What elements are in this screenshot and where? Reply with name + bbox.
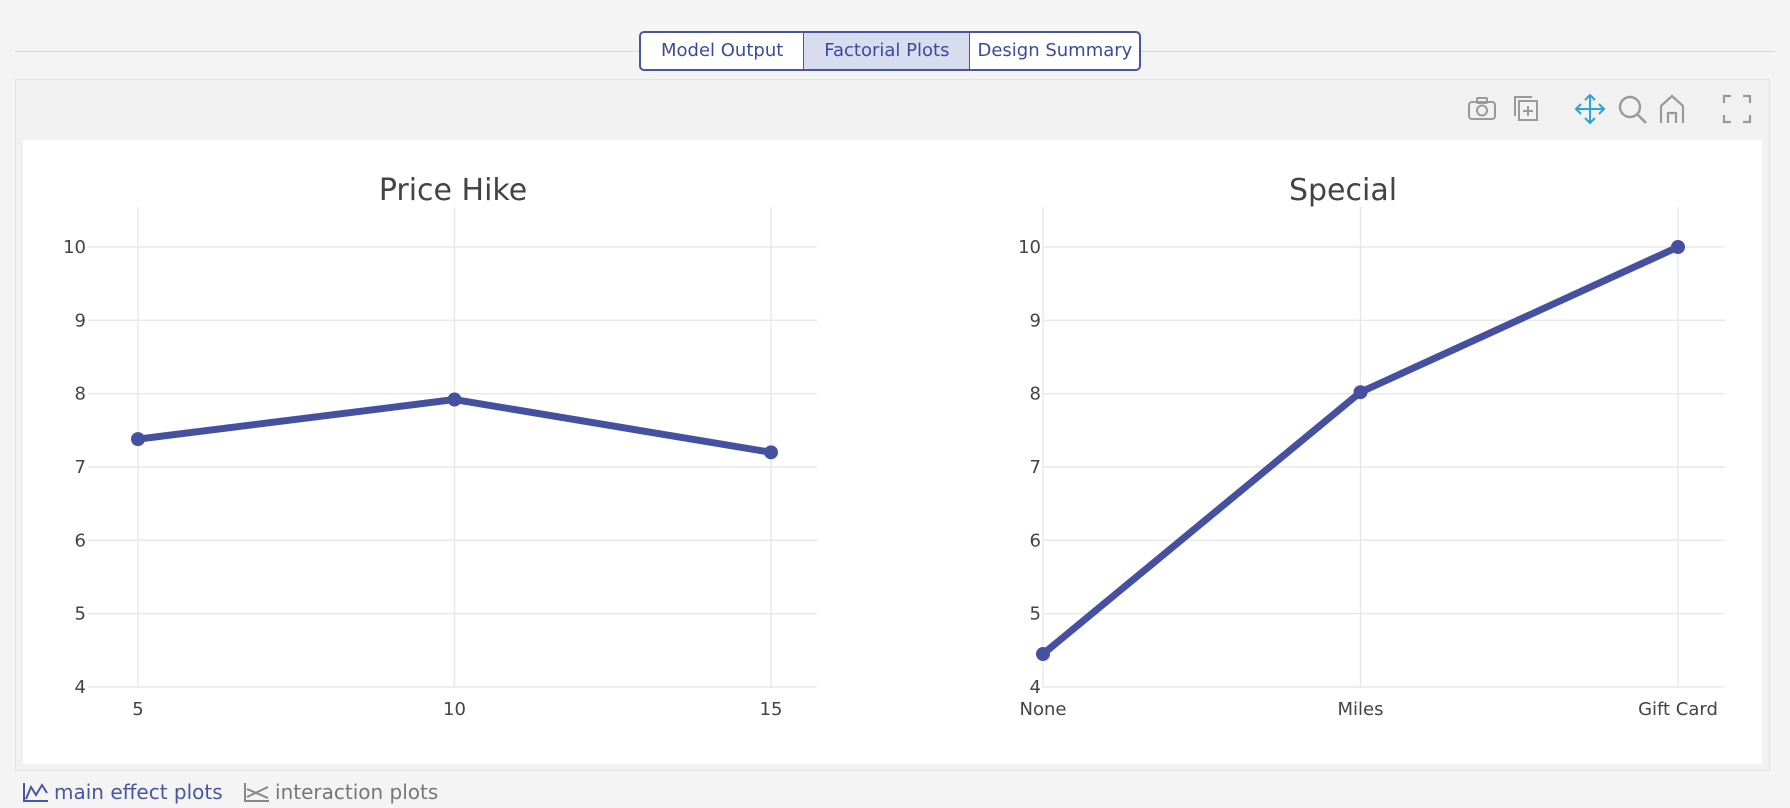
x-tick-label: 10 [443, 699, 466, 720]
y-tick-label: 9 [75, 310, 86, 331]
chart-special: 4 5 6 7 8 9 10 None Miles Gift Card Special [1018, 173, 1725, 720]
data-point [1353, 385, 1368, 400]
y-tick-label: 6 [1030, 530, 1041, 551]
chart-title: Price Hike [379, 173, 527, 208]
main-effect-plots-label: main effect plots [54, 780, 223, 804]
plot-type-links: main effect plots interaction plots [22, 780, 452, 808]
chart-title: Special [1289, 173, 1397, 208]
x-tick-label: Miles [1338, 699, 1384, 720]
data-point [1036, 647, 1050, 661]
chart-price-hike: 4 5 6 7 8 9 10 5 10 15 Price Hike [63, 173, 817, 720]
x-tick-label: 5 [132, 699, 143, 720]
y-tick-label: 6 [75, 530, 86, 551]
y-tick-label: 7 [75, 457, 86, 478]
x-tick-label: None [1020, 699, 1067, 720]
data-point [447, 392, 462, 407]
data-point [1671, 240, 1685, 254]
data-point [131, 432, 145, 447]
interaction-plots-link[interactable]: interaction plots [243, 780, 438, 804]
y-tick-label: 8 [75, 384, 86, 405]
y-tick-label: 10 [1018, 237, 1041, 258]
y-tick-label: 4 [75, 677, 86, 698]
x-tick-label: 15 [760, 699, 783, 720]
y-tick-label: 7 [1030, 457, 1041, 478]
y-tick-label: 5 [75, 604, 86, 625]
factorial-charts: 4 5 6 7 8 9 10 5 10 15 Price Hike 4 5 6 7 8 9 10 None Mile… [63, 173, 1725, 720]
data-point [764, 445, 778, 460]
x-tick-label: Gift Card [1638, 699, 1718, 720]
interaction-plots-label: interaction plots [275, 780, 439, 804]
y-tick-label: 10 [63, 237, 86, 258]
y-tick-label: 4 [1030, 677, 1041, 698]
main-effect-plots-link[interactable]: main effect plots [22, 780, 223, 804]
y-tick-label: 8 [1030, 384, 1041, 405]
y-tick-label: 5 [1030, 604, 1041, 625]
y-tick-label: 9 [1030, 310, 1041, 331]
